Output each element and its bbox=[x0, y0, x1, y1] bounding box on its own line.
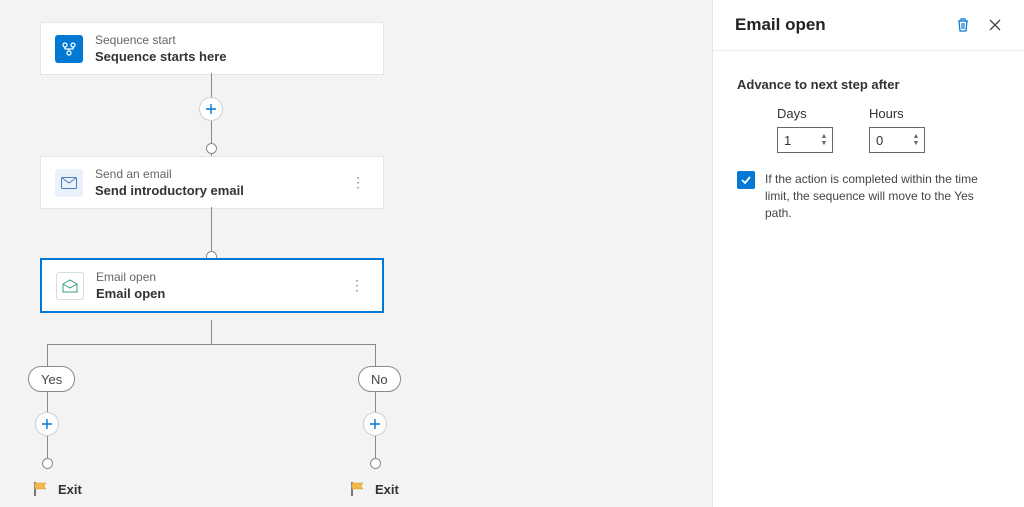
close-button[interactable] bbox=[984, 14, 1006, 36]
flag-icon bbox=[349, 480, 367, 498]
connector bbox=[47, 344, 48, 466]
node-title: Email open bbox=[96, 286, 165, 301]
flag-icon bbox=[32, 480, 50, 498]
connector bbox=[211, 207, 212, 257]
node-menu-button[interactable]: ⋮ bbox=[346, 277, 368, 294]
node-title: Send introductory email bbox=[95, 183, 244, 198]
panel-title: Email open bbox=[735, 15, 942, 35]
sequence-start-icon bbox=[55, 35, 83, 63]
exit-no: Exit bbox=[349, 480, 399, 498]
email-icon bbox=[55, 169, 83, 197]
node-subtitle: Email open bbox=[96, 270, 165, 284]
advance-heading: Advance to next step after bbox=[737, 77, 1000, 92]
add-step-button-no[interactable] bbox=[363, 412, 387, 436]
properties-panel: Email open Advance to next step after Da… bbox=[712, 0, 1024, 507]
node-menu-button[interactable]: ⋮ bbox=[347, 174, 369, 191]
days-input[interactable]: ▲▼ bbox=[777, 127, 833, 153]
hours-spinner[interactable]: ▲▼ bbox=[908, 128, 924, 152]
node-title: Sequence starts here bbox=[95, 49, 227, 64]
hours-field[interactable] bbox=[870, 128, 908, 152]
exit-label: Exit bbox=[375, 482, 399, 497]
node-subtitle: Sequence start bbox=[95, 33, 227, 47]
connector bbox=[211, 320, 212, 344]
sequence-canvas: Sequence start Sequence starts here Send… bbox=[0, 0, 712, 507]
add-step-button-yes[interactable] bbox=[35, 412, 59, 436]
branch-no[interactable]: No bbox=[358, 366, 401, 392]
exit-label: Exit bbox=[58, 482, 82, 497]
exit-yes: Exit bbox=[32, 480, 82, 498]
add-step-button[interactable] bbox=[199, 97, 223, 121]
node-sequence-start[interactable]: Sequence start Sequence starts here bbox=[40, 22, 384, 75]
open-email-icon bbox=[56, 272, 84, 300]
days-field[interactable] bbox=[778, 128, 816, 152]
advance-note: If the action is completed within the ti… bbox=[765, 171, 1000, 221]
days-label: Days bbox=[777, 106, 833, 121]
advance-checkbox[interactable] bbox=[737, 171, 755, 189]
panel-header: Email open bbox=[713, 0, 1024, 51]
branch-yes[interactable]: Yes bbox=[28, 366, 75, 392]
days-spinner[interactable]: ▲▼ bbox=[816, 128, 832, 152]
delete-button[interactable] bbox=[952, 14, 974, 36]
connector-dot bbox=[42, 458, 53, 469]
node-email-open[interactable]: Email open Email open ⋮ bbox=[40, 258, 384, 313]
connector-dot bbox=[370, 458, 381, 469]
panel-body: Advance to next step after Days ▲▼ Hours… bbox=[713, 51, 1024, 247]
connector bbox=[375, 344, 376, 466]
node-send-email[interactable]: Send an email Send introductory email ⋮ bbox=[40, 156, 384, 209]
hours-label: Hours bbox=[869, 106, 925, 121]
hours-input[interactable]: ▲▼ bbox=[869, 127, 925, 153]
connector bbox=[47, 344, 375, 345]
connector-dot bbox=[206, 143, 217, 154]
node-subtitle: Send an email bbox=[95, 167, 244, 181]
